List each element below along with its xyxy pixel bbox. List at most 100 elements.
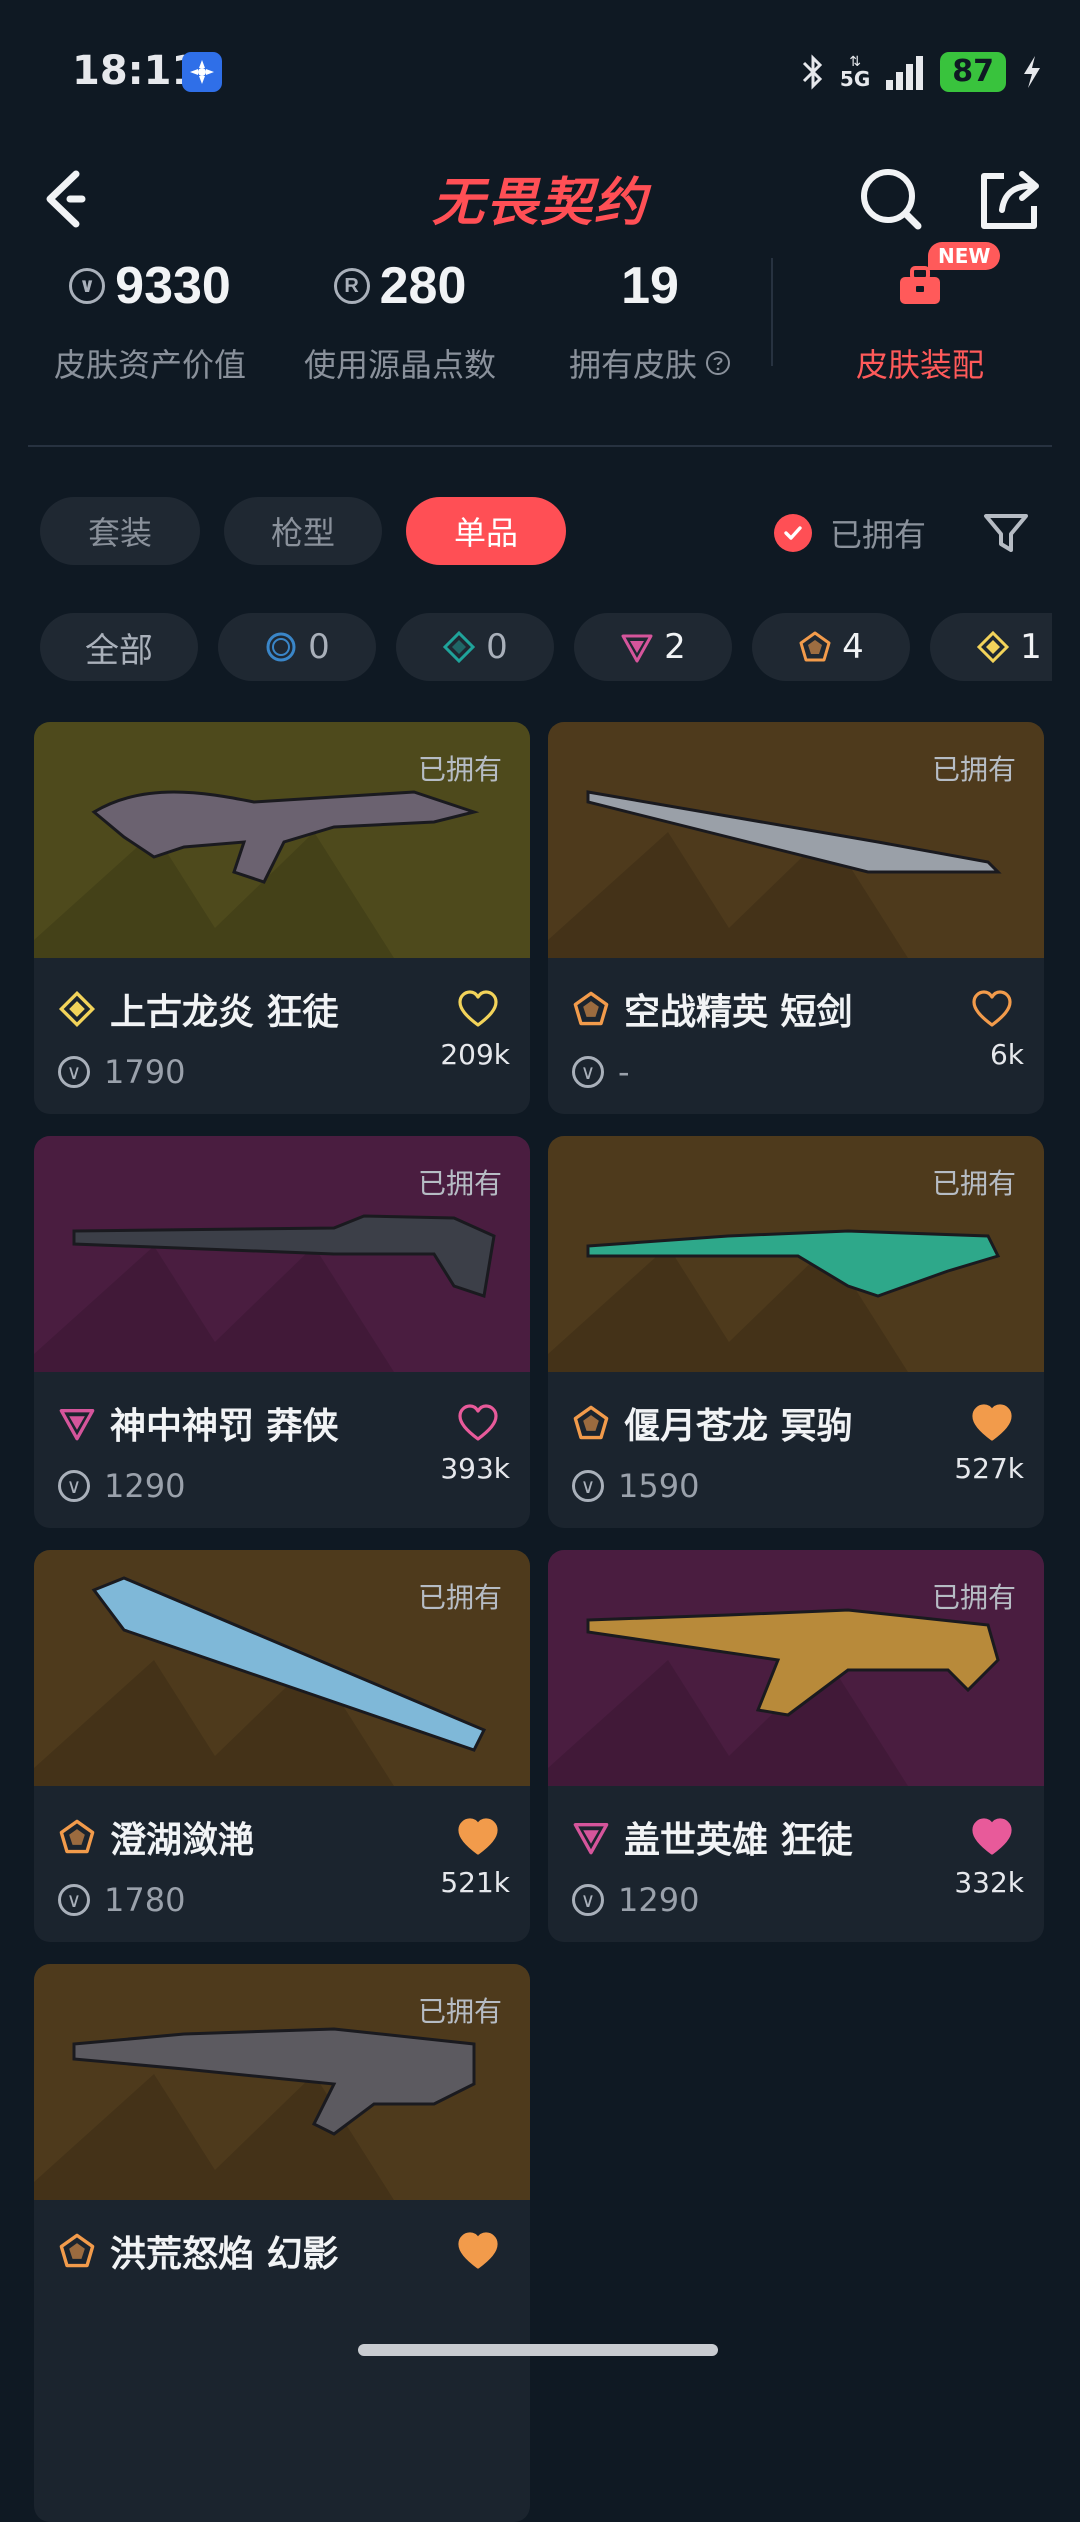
owned-label: 已拥有 xyxy=(931,753,1016,786)
stat-points-used: R 280 使用源晶点数 xyxy=(290,250,510,386)
filter-button[interactable] xyxy=(976,502,1036,562)
skin-name-row: 上古龙炎 狂徒 xyxy=(58,984,339,1034)
checked-icon xyxy=(774,514,812,552)
vp-coin-icon: ∨ xyxy=(572,1056,604,1088)
chip-deluxe-tier[interactable]: 0 xyxy=(396,613,554,681)
app-notification-icon xyxy=(182,52,222,92)
stat-owned-skins: 19 拥有皮肤 xyxy=(540,250,760,386)
skin-price: 1290 xyxy=(104,1467,186,1505)
tab-weapon-type[interactable]: 枪型 xyxy=(224,497,382,565)
tab-single-items[interactable]: 单品 xyxy=(406,497,566,565)
battery-level: 87 xyxy=(940,52,1006,92)
status-time: 18:11 xyxy=(72,48,200,94)
skin-card[interactable]: 已拥有洪荒怒焰 幻影 xyxy=(34,1964,530,2522)
chip-exclusive-tier[interactable]: 4 xyxy=(752,613,910,681)
bluetooth-icon xyxy=(802,54,823,90)
chip-count: 4 xyxy=(842,627,864,667)
like-count: 527k xyxy=(954,1452,1024,1485)
skin-name: 上古龙炎 狂徒 xyxy=(110,992,339,1033)
owned-label: 已拥有 xyxy=(417,1995,502,2028)
skin-card[interactable]: 已拥有偃月苍龙 冥驹 ∨ 1590 527k xyxy=(548,1136,1044,1528)
search-icon xyxy=(861,169,922,230)
chip-select-tier[interactable]: 0 xyxy=(218,613,376,681)
skin-card[interactable]: 已拥有 空战精英 短剑 ∨ - 6k xyxy=(548,722,1044,1114)
vp-coin-icon: ∨ xyxy=(58,1884,90,1916)
chip-ultra-tier[interactable]: 1 xyxy=(930,613,1052,681)
ultra-tier-icon xyxy=(58,990,96,1028)
stats-divider xyxy=(771,258,773,366)
ultra-tier-icon xyxy=(977,630,1010,664)
like-heart-icon[interactable] xyxy=(456,988,500,1032)
premium-tier-icon xyxy=(621,634,653,663)
skin-price-row: ∨ 1290 xyxy=(572,1878,699,1922)
owned-filter-label: 已拥有 xyxy=(830,516,927,554)
exclusive-tier-icon xyxy=(59,2233,95,2268)
skin-name: 空战精英 短剑 xyxy=(624,992,853,1033)
skin-price: 1790 xyxy=(104,1053,186,1091)
skin-card[interactable]: 已拥有盖世英雄 狂徒 ∨ 1290 332k xyxy=(548,1550,1044,1942)
skin-name: 偃月苍龙 冥驹 xyxy=(624,1406,853,1447)
like-heart-icon[interactable] xyxy=(456,1402,500,1446)
exclusive-tier-icon xyxy=(573,1405,609,1440)
like-heart-icon[interactable] xyxy=(456,1816,500,1860)
skin-price: 1780 xyxy=(104,1881,186,1919)
owned-label: 已拥有 xyxy=(417,1581,502,1614)
status-icons: ⇅ 5G 87 xyxy=(800,46,1044,98)
points-used-label: 使用源晶点数 xyxy=(303,346,496,384)
skin-equip-button[interactable]: NEW 皮肤装配 xyxy=(820,242,1020,386)
skin-card[interactable]: 已拥有 神中神罚 莽侠 ∨ 1290 393k xyxy=(34,1136,530,1528)
filter-icon xyxy=(984,514,1028,552)
like-count: 521k xyxy=(440,1866,510,1899)
skin-card[interactable]: 已拥有 澄湖潋滟 ∨ 1780 521k xyxy=(34,1550,530,1942)
vp-coin-icon: ∨ xyxy=(69,268,106,304)
skin-name-row: 盖世英雄 狂徒 xyxy=(572,1812,853,1862)
skin-name: 洪荒怒焰 幻影 xyxy=(110,2234,339,2275)
owned-skins-label: 拥有皮肤 xyxy=(568,346,697,384)
tab-bundles[interactable]: 套装 xyxy=(40,497,200,565)
search-button[interactable] xyxy=(846,154,936,244)
chip-all-label: 全部 xyxy=(85,630,153,671)
vp-coin-icon: ∨ xyxy=(58,1470,90,1502)
chip-count: 0 xyxy=(308,627,330,667)
skin-price-row: ∨ 1790 xyxy=(58,1050,185,1094)
skin-price: 1590 xyxy=(618,1467,700,1505)
like-heart-icon[interactable] xyxy=(970,1402,1014,1446)
top-nav-bar: 无畏契约 xyxy=(0,140,1080,260)
skin-card[interactable]: 已拥有 上古龙炎 狂徒 ∨ 1790 209k xyxy=(34,722,530,1114)
like-heart-icon[interactable] xyxy=(970,988,1014,1032)
section-divider xyxy=(28,445,1052,447)
deluxe-tier-icon xyxy=(443,630,476,664)
skin-name: 神中神罚 莽侠 xyxy=(110,1406,339,1447)
owned-label: 已拥有 xyxy=(931,1167,1016,1200)
share-button[interactable] xyxy=(964,154,1054,244)
home-indicator[interactable] xyxy=(358,2344,718,2356)
skin-name: 盖世英雄 狂徒 xyxy=(624,1820,853,1861)
select-tier-icon xyxy=(266,632,296,662)
network-indicator: ⇅ 5G xyxy=(840,55,870,89)
like-count: 332k xyxy=(954,1866,1024,1899)
new-badge: NEW xyxy=(928,242,1001,270)
owned-filter-toggle[interactable]: 已拥有 xyxy=(774,505,926,561)
premium-tier-icon xyxy=(573,1823,609,1855)
chip-all[interactable]: 全部 xyxy=(40,613,198,681)
vp-coin-icon: ∨ xyxy=(58,1056,90,1088)
skin-name-row: 空战精英 短剑 xyxy=(572,984,853,1034)
skin-price-row: ∨ 1590 xyxy=(572,1464,699,1508)
like-count: 393k xyxy=(440,1452,510,1485)
like-count: 209k xyxy=(440,1038,510,1071)
chip-premium-tier[interactable]: 2 xyxy=(574,613,732,681)
skin-price: - xyxy=(618,1053,630,1091)
skin-equip-label: 皮肤装配 xyxy=(855,346,984,384)
rarity-filter-bar: 全部 0 0 2 4 1 xyxy=(40,613,1052,681)
charging-icon xyxy=(1024,56,1040,88)
vp-coin-icon: ∨ xyxy=(572,1884,604,1916)
owned-skins-value: 19 xyxy=(621,257,679,315)
skin-price-row: ∨ - xyxy=(572,1050,630,1094)
help-icon[interactable] xyxy=(705,350,731,376)
like-heart-icon[interactable] xyxy=(456,2230,500,2274)
status-bar: 18:11 ⇅ 5G 87 xyxy=(0,0,1080,140)
like-heart-icon[interactable] xyxy=(970,1816,1014,1860)
stat-asset-value: ∨ 9330 皮肤资产价值 xyxy=(40,250,260,386)
chip-count: 0 xyxy=(486,627,508,667)
owned-label: 已拥有 xyxy=(931,1581,1016,1614)
